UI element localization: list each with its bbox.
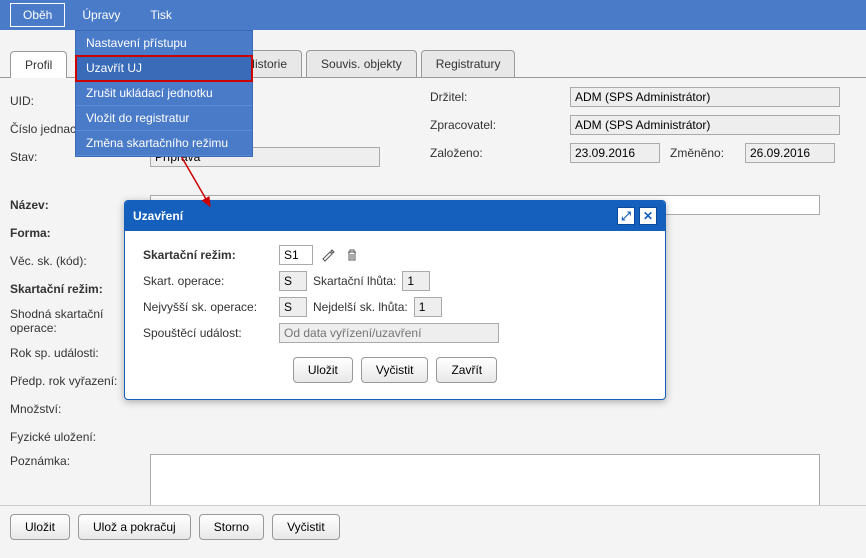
lookup-icon[interactable] — [319, 246, 337, 264]
tab-souvis-objekty[interactable]: Souvis. objekty — [306, 50, 417, 77]
footer-buttons: Uložit Ulož a pokračuj Storno Vyčistit — [0, 505, 866, 548]
topbar-upravy[interactable]: Úpravy — [69, 3, 133, 27]
dropdown-uzavrit-uj[interactable]: Uzavřít UJ — [76, 56, 252, 81]
label-mnozstvi: Množství: — [10, 402, 150, 416]
topbar-tisk[interactable]: Tisk — [137, 3, 185, 27]
footer-ulozpokracuj-button[interactable]: Ulož a pokračuj — [78, 514, 191, 540]
label-zmeneno: Změněno: — [670, 146, 745, 160]
field-zmeneno[interactable] — [745, 143, 835, 163]
modal-label-nejdelsi: Nejdelší sk. lhůta: — [313, 300, 408, 314]
modal-label-skrezim: Skartační režim: — [143, 248, 273, 262]
topbar: Oběh Úpravy Tisk — [0, 0, 866, 30]
footer-vycistit-button[interactable]: Vyčistit — [272, 514, 340, 540]
delete-icon[interactable] — [343, 246, 361, 264]
dropdown-zrusit-jednotku[interactable]: Zrušit ukládací jednotku — [76, 81, 252, 106]
dialog-close-button[interactable]: ✕ — [639, 207, 657, 225]
dialog-title: Uzavření — [133, 209, 183, 223]
label-poznamka: Poznámka: — [10, 454, 150, 468]
dialog-expand-button[interactable]: ⤢ — [617, 207, 635, 225]
upravy-dropdown: Nastavení přístupu Uzavřít UJ Zrušit ukl… — [75, 30, 253, 157]
field-zpracovatel[interactable] — [570, 115, 840, 135]
modal-label-sklhuta: Skartační lhůta: — [313, 274, 396, 288]
field-drzitel[interactable] — [570, 87, 840, 107]
dropdown-vlozit-registratur[interactable]: Vložit do registratur — [76, 106, 252, 131]
footer-storno-button[interactable]: Storno — [199, 514, 264, 540]
modal-label-spousteci: Spouštěcí událost: — [143, 326, 273, 340]
topbar-obeh[interactable]: Oběh — [10, 3, 65, 27]
uzavreni-dialog: Uzavření ⤢ ✕ Skartační režim: Skart. ope… — [124, 200, 666, 400]
label-fyzicke-ulozeni: Fyzické uložení: — [10, 430, 150, 444]
modal-label-nejvyssi: Nejvyšší sk. operace: — [143, 300, 273, 314]
modal-field-sklhuta — [402, 271, 430, 291]
modal-field-nejdelsi — [414, 297, 442, 317]
dropdown-zmena-rezimu[interactable]: Změna skartačního režimu — [76, 131, 252, 156]
modal-vycistit-button[interactable]: Vyčistit — [361, 357, 429, 383]
modal-field-nejvyssi — [279, 297, 307, 317]
modal-label-skoperace: Skart. operace: — [143, 274, 273, 288]
tab-profil[interactable]: Profil — [10, 51, 67, 78]
dialog-header: Uzavření ⤢ ✕ — [125, 201, 665, 231]
field-zalozeno[interactable] — [570, 143, 660, 163]
modal-field-skrezim[interactable] — [279, 245, 313, 265]
label-zalozeno: Založeno: — [430, 146, 570, 160]
tab-registratury[interactable]: Registratury — [421, 50, 516, 77]
modal-field-spousteci — [279, 323, 499, 343]
expand-icon: ⤢ — [621, 209, 631, 224]
modal-zavrit-button[interactable]: Zavřít — [436, 357, 497, 383]
label-drzitel: Držitel: — [430, 90, 570, 104]
footer-ulozit-button[interactable]: Uložit — [10, 514, 70, 540]
close-icon: ✕ — [643, 209, 653, 223]
modal-ulozit-button[interactable]: Uložit — [293, 357, 353, 383]
dropdown-nastaveni-pristupu[interactable]: Nastavení přístupu — [76, 31, 252, 56]
modal-field-skoperace — [279, 271, 307, 291]
label-zpracovatel: Zpracovatel: — [430, 118, 570, 132]
